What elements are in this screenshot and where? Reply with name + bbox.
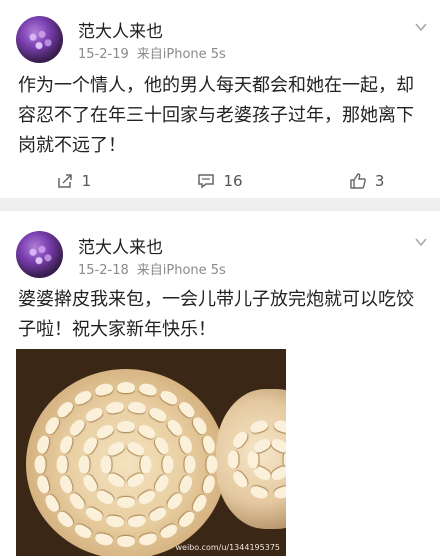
comment-button[interactable]: 16: [147, 170, 294, 192]
dumpling: [140, 455, 152, 474]
author-name[interactable]: 范大人来也: [78, 17, 163, 42]
dumpling: [184, 455, 196, 474]
post-text: 作为一个情人，他的男人每天都会和她在一起，却容忍不了在年三十回家与老婆孩子过年，…: [18, 75, 414, 156]
post-meta: 15-2-18 来自iPhone 5s: [78, 259, 226, 278]
post-text: 婆婆擀皮我来包，一会儿带儿子放完炮就可以吃饺子啦！祝大家新年快乐！: [18, 289, 414, 340]
dumpling: [162, 455, 174, 474]
repost-icon: [57, 174, 72, 188]
avatar[interactable]: [16, 16, 63, 63]
dumpling: [100, 455, 112, 474]
chevron-down-icon[interactable]: [414, 235, 428, 249]
post-source: 来自iPhone 5s: [136, 47, 226, 62]
dumpling: [78, 455, 90, 474]
post-date: 15-2-18: [78, 263, 129, 278]
dumpling: [56, 455, 68, 474]
dumpling: [227, 450, 239, 469]
dumpling: [117, 381, 135, 393]
post-card-2: 范大人来也 15-2-18 来自iPhone 5s 婆婆擀皮我来包，一会儿带儿子放…: [0, 211, 440, 559]
post-source: 来自iPhone 5s: [136, 263, 226, 278]
chevron-down-icon[interactable]: [414, 20, 428, 34]
photo-watermark: weibo.com/u/1344195375: [175, 543, 280, 552]
comment-count: 16: [223, 172, 243, 190]
post-photo[interactable]: weibo.com/u/1344195375: [16, 349, 286, 556]
like-icon: [350, 173, 366, 189]
dumpling: [247, 450, 259, 469]
post-card-1: 范大人来也 15-2-19 来自iPhone 5s 作为一个情人，他的男人每天都会…: [0, 0, 440, 198]
author-name[interactable]: 范大人来也: [78, 233, 163, 258]
dumpling: [117, 421, 135, 433]
like-button[interactable]: 3: [293, 170, 440, 192]
dumpling: [117, 496, 135, 508]
comment-icon: [198, 174, 215, 189]
post-date: 15-2-19: [78, 47, 129, 62]
dumpling: [206, 455, 218, 474]
repost-button[interactable]: 1: [0, 170, 147, 192]
dumpling: [34, 455, 46, 474]
post-actions: 1 16 3: [0, 170, 440, 192]
repost-count: 1: [81, 172, 92, 190]
avatar[interactable]: [16, 231, 63, 278]
like-count: 3: [374, 172, 385, 190]
post-meta: 15-2-19 来自iPhone 5s: [78, 43, 226, 62]
